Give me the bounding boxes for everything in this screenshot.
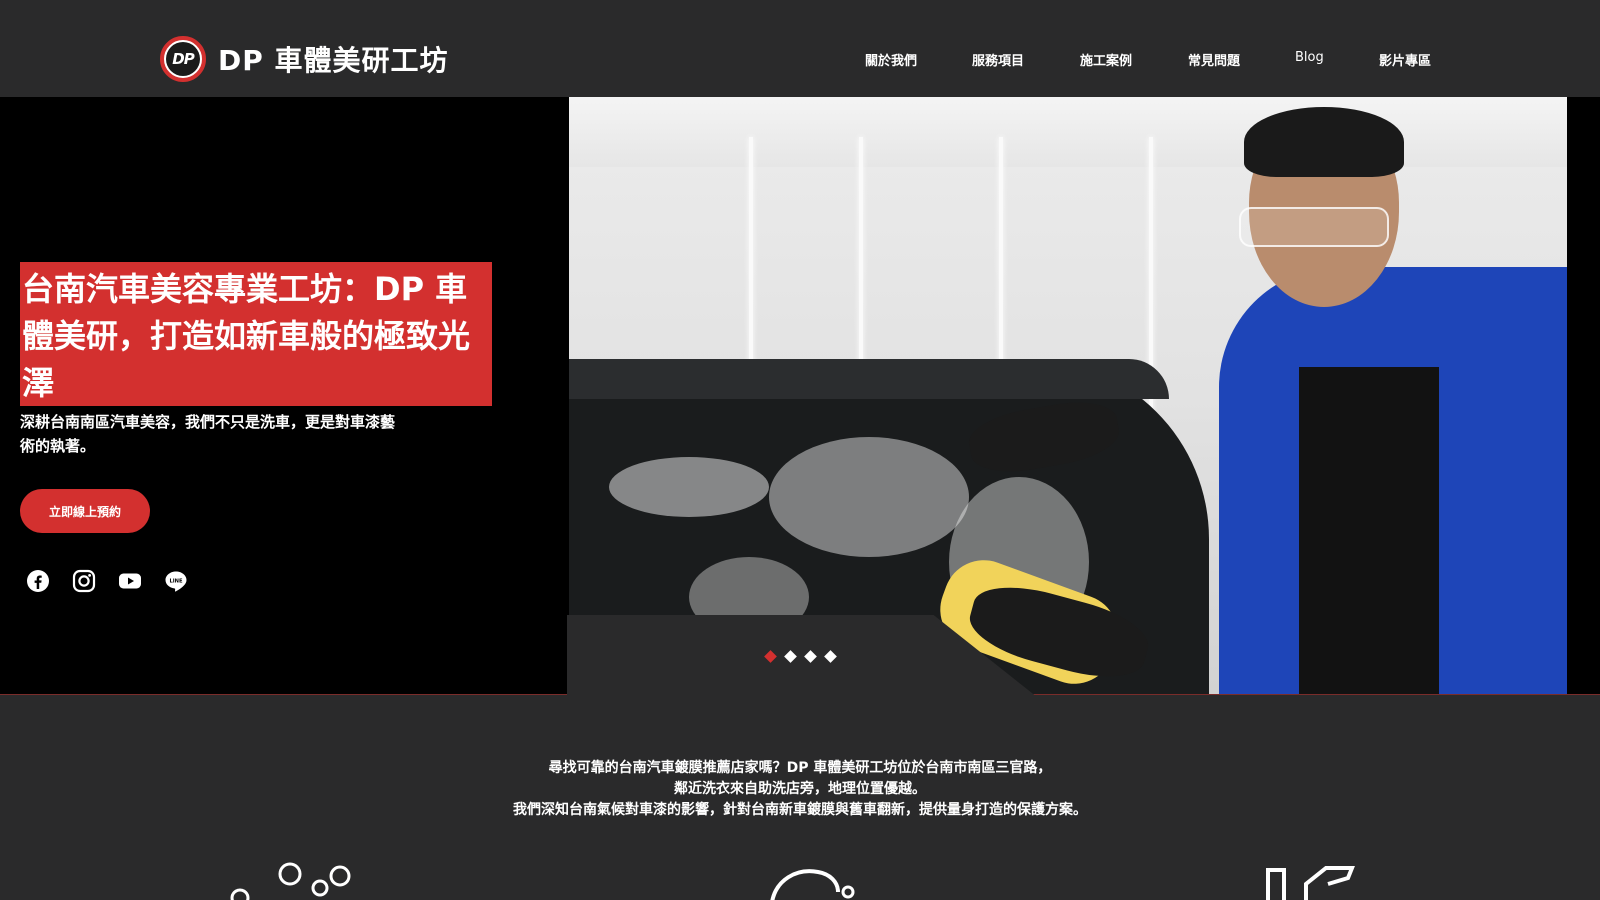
intro-line-1: 尋找可靠的台南汽車鍍膜推薦店家嗎？DP 車體美研工坊位於台南市南區三官路， — [548, 760, 1052, 776]
car-wash-icon — [770, 869, 855, 900]
nav-item-faq[interactable]: 常見問題 — [1188, 50, 1240, 69]
intro-line-2: 鄰近洗衣來自助洗店旁，地理位置優越。 — [674, 781, 926, 797]
hero-photo — [569, 97, 1567, 694]
slider-dot-4[interactable] — [824, 650, 837, 663]
spray-bottle-icon — [1266, 866, 1355, 900]
slider-dot-1[interactable] — [764, 650, 777, 663]
ceiling — [569, 97, 1567, 167]
person-apron — [1299, 367, 1439, 694]
site-header: DP DP 車體美研工坊 關於我們 服務項目 施工案例 常見問題 Blog 影片… — [0, 0, 1600, 97]
slider-dot-3[interactable] — [804, 650, 817, 663]
slider-dots — [764, 650, 837, 663]
slider-dot-2[interactable] — [784, 650, 797, 663]
foam — [769, 437, 969, 557]
intro-text: 尋找可靠的台南汽車鍍膜推薦店家嗎？DP 車體美研工坊位於台南市南區三官路， 鄰近… — [0, 758, 1600, 821]
hero-headline: 台南汽車美容專業工坊：DP 車體美研，打造如新車般的極致光澤 — [22, 270, 471, 402]
nav-item-videos[interactable]: 影片專區 — [1379, 50, 1431, 69]
bubbles-icon — [230, 862, 351, 900]
nav-item-blog[interactable]: Blog — [1295, 50, 1324, 65]
nav-item-about[interactable]: 關於我們 — [865, 50, 917, 69]
nav-item-cases[interactable]: 施工案例 — [1080, 50, 1132, 69]
instagram-icon[interactable] — [72, 569, 96, 593]
hero-subtext: 深耕台南南區汽車美容，我們不只是洗車，更是對車漆藝術的執著。 — [20, 413, 396, 455]
person-hair — [1244, 107, 1404, 177]
intro-line-3: 我們深知台南氣候對車漆的影響，針對台南新車鍍膜與舊車翻新，提供量身打造的保護方案… — [513, 802, 1087, 818]
safety-glasses — [1239, 207, 1389, 247]
youtube-icon[interactable] — [118, 569, 142, 593]
hero-section: 台南汽車美容專業工坊：DP 車體美研，打造如新車般的極致光澤 深耕台南南區汽車美… — [0, 97, 1600, 697]
headline-box: 台南汽車美容專業工坊：DP 車體美研，打造如新車般的極致光澤 — [20, 262, 492, 406]
book-online-button[interactable]: 立即線上預約 — [20, 489, 150, 533]
line-icon[interactable]: LINE — [164, 569, 188, 593]
main-nav: 關於我們 服務項目 施工案例 常見問題 Blog 影片專區 — [0, 50, 1600, 70]
nav-item-services[interactable]: 服務項目 — [972, 50, 1024, 69]
facebook-icon[interactable] — [26, 569, 50, 593]
foam — [609, 457, 769, 517]
svg-text:LINE: LINE — [169, 579, 183, 585]
feature-icons — [0, 862, 1600, 900]
car-roof — [569, 359, 1169, 399]
social-links: LINE — [26, 569, 188, 593]
